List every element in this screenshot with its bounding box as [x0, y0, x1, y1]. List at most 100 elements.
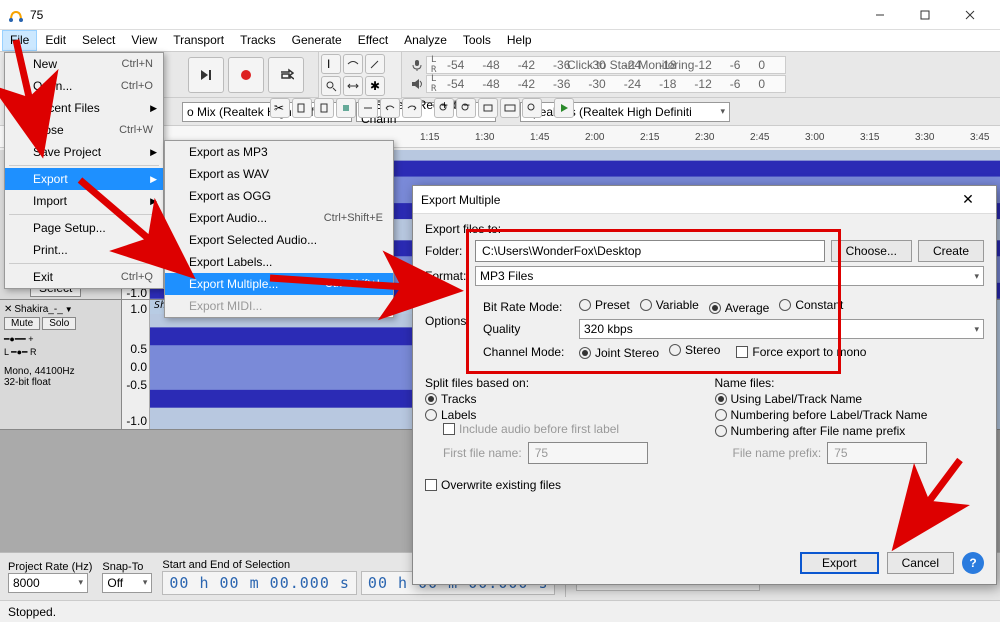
exportmenu-export-as-wav[interactable]: Export as WAV: [165, 163, 393, 185]
name-radio-numbering-after-file-name-prefix[interactable]: Numbering after File name prefix: [715, 424, 975, 438]
bitrate-radio-preset[interactable]: Preset: [579, 298, 630, 312]
app-icon: [8, 7, 24, 23]
format-combo[interactable]: MP3 Files: [475, 266, 984, 286]
solo-button[interactable]: Solo: [42, 317, 76, 330]
help-button[interactable]: ?: [962, 552, 984, 574]
filemenu-page-setup-[interactable]: Page Setup...: [5, 217, 163, 239]
svg-text:✱: ✱: [370, 80, 380, 92]
undo-button[interactable]: [380, 98, 400, 118]
dialog-close-button[interactable]: ✕: [948, 191, 988, 208]
create-button[interactable]: Create: [918, 240, 984, 262]
menu-help[interactable]: Help: [499, 30, 540, 51]
svg-text:+: +: [441, 102, 448, 112]
menu-tools[interactable]: Tools: [455, 30, 499, 51]
tool-multi[interactable]: ✱: [365, 76, 385, 96]
copy-button[interactable]: [292, 98, 312, 118]
exportmenu-export-as-mp-[interactable]: Export as MP3: [165, 141, 393, 163]
silence-button[interactable]: [358, 98, 378, 118]
menubar: FileEditSelectViewTransportTracksGenerat…: [0, 30, 1000, 52]
redo-button[interactable]: [402, 98, 422, 118]
snap-label: Snap-To: [102, 561, 152, 573]
zoom-out-button[interactable]: −: [456, 98, 476, 118]
cancel-button[interactable]: Cancel: [887, 552, 954, 574]
bitrate-radio-average[interactable]: Average: [709, 301, 769, 315]
menu-edit[interactable]: Edit: [37, 30, 74, 51]
exportmenu-export-multiple-[interactable]: Export Multiple...Ctrl+Shift+L: [165, 273, 393, 295]
bitrate-radio-constant[interactable]: Constant: [779, 298, 843, 312]
folder-input[interactable]: C:\Users\WonderFox\Desktop: [475, 240, 825, 262]
close-button[interactable]: [947, 1, 992, 29]
project-rate-combo[interactable]: 8000: [8, 573, 88, 593]
exportmenu-export-labels-[interactable]: Export Labels...: [165, 251, 393, 273]
channel-radio-joint-stereo[interactable]: Joint Stereo: [579, 346, 659, 360]
play-at-speed-button[interactable]: [554, 98, 574, 118]
menu-view[interactable]: View: [123, 30, 165, 51]
filemenu-open-[interactable]: Open...Ctrl+O: [5, 75, 163, 97]
menu-generate[interactable]: Generate: [284, 30, 350, 51]
mic-icon: [410, 58, 424, 72]
mute-button[interactable]: Mute: [4, 317, 40, 330]
menu-analyze[interactable]: Analyze: [396, 30, 455, 51]
cut-button[interactable]: ✂: [270, 98, 290, 118]
loop-button[interactable]: [268, 57, 304, 93]
filemenu-close[interactable]: CloseCtrl+W: [5, 119, 163, 141]
menu-select[interactable]: Select: [74, 30, 123, 51]
fit-selection-button[interactable]: [478, 98, 498, 118]
tool-draw[interactable]: [365, 54, 385, 74]
overwrite-check[interactable]: Overwrite existing files: [425, 478, 561, 492]
menu-tracks[interactable]: Tracks: [232, 30, 284, 51]
exportmenu-export-as-ogg[interactable]: Export as OGG: [165, 185, 393, 207]
svg-text:I: I: [327, 58, 330, 70]
split-radio-labels[interactable]: Labels: [425, 408, 685, 422]
quality-label: Quality: [483, 322, 573, 336]
filemenu-print-[interactable]: Print...: [5, 239, 163, 261]
split-label: Split files based on:: [425, 376, 695, 390]
export-multiple-dialog: Export Multiple ✕ Export files to: Folde…: [412, 185, 997, 585]
window-title: 75: [30, 8, 857, 22]
tool-selection[interactable]: I: [321, 54, 341, 74]
filemenu-export[interactable]: Export▶: [5, 168, 163, 190]
filemenu-recent-files[interactable]: Recent Files▶: [5, 97, 163, 119]
meter-hint: Click to Start Monitoring: [567, 58, 694, 72]
zoom-toggle-button[interactable]: [522, 98, 542, 118]
selection-start[interactable]: 00 h 00 m 00.000 s: [162, 571, 357, 595]
track2-header[interactable]: ✕ Shakira_-_ ▼ Mute Solo ━●━━ + L ━●━ R …: [0, 300, 122, 429]
minimize-button[interactable]: [857, 1, 902, 29]
trim-button[interactable]: [336, 98, 356, 118]
force-mono-check[interactable]: Force export to mono: [736, 345, 866, 359]
include-before-check[interactable]: Include audio before first label: [443, 422, 619, 436]
maximize-button[interactable]: [902, 1, 947, 29]
menu-file[interactable]: File: [2, 30, 37, 51]
tool-zoom[interactable]: [321, 76, 341, 96]
skip-end-button[interactable]: [188, 57, 224, 93]
play-meter[interactable]: LR -54-48-42-36-30-24-18-12-60: [426, 75, 786, 93]
filemenu-exit[interactable]: ExitCtrl+Q: [5, 266, 163, 288]
quality-combo[interactable]: 320 kbps: [579, 319, 984, 339]
filemenu-import[interactable]: Import▶: [5, 190, 163, 212]
channel-label: Channel Mode:: [483, 345, 573, 359]
record-meter[interactable]: LR -54-48-42-36-30-24-18-12-60 Click to …: [426, 56, 786, 74]
status-text: Stopped.: [8, 605, 56, 619]
split-radio-tracks[interactable]: Tracks: [425, 392, 685, 406]
menu-effect[interactable]: Effect: [350, 30, 396, 51]
bitrate-radio-variable[interactable]: Variable: [640, 298, 699, 312]
track2-name: Shakira_-_: [14, 304, 62, 315]
tool-timeshift[interactable]: [343, 76, 363, 96]
channel-radio-stereo[interactable]: Stereo: [669, 343, 720, 357]
exportmenu-export-audio-[interactable]: Export Audio...Ctrl+Shift+E: [165, 207, 393, 229]
filemenu-save-project[interactable]: Save Project▶: [5, 141, 163, 163]
svg-text:−: −: [463, 102, 470, 112]
tool-envelope[interactable]: [343, 54, 363, 74]
choose-button[interactable]: Choose...: [831, 240, 912, 262]
name-radio-numbering-before-label-track-name[interactable]: Numbering before Label/Track Name: [715, 408, 975, 422]
snap-combo[interactable]: Off: [102, 573, 152, 593]
paste-button[interactable]: [314, 98, 334, 118]
fit-project-button[interactable]: [500, 98, 520, 118]
export-button[interactable]: Export: [800, 552, 879, 574]
record-button[interactable]: [228, 57, 264, 93]
zoom-in-button[interactable]: +: [434, 98, 454, 118]
filemenu-new[interactable]: NewCtrl+N: [5, 53, 163, 75]
name-radio-using-label-track-name[interactable]: Using Label/Track Name: [715, 392, 975, 406]
exportmenu-export-selected-audio-[interactable]: Export Selected Audio...: [165, 229, 393, 251]
menu-transport[interactable]: Transport: [165, 30, 232, 51]
